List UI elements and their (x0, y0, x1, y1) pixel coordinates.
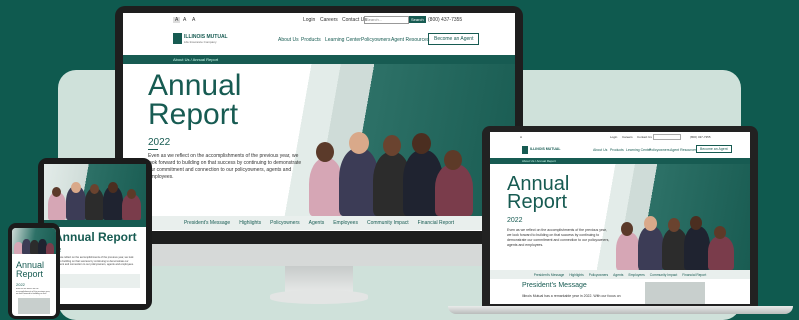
laptop-utility-bar: A Login Careers Contact Us (800) 437-735… (490, 132, 750, 142)
font-size-large[interactable]: A (192, 17, 195, 23)
laptop-careers-link[interactable]: Careers (622, 135, 633, 139)
careers-link[interactable]: Careers (320, 17, 338, 23)
login-link[interactable]: Login (303, 17, 315, 23)
tab-highlights[interactable]: Highlights (239, 220, 261, 226)
laptop-nav-about[interactable]: About Us (593, 148, 607, 152)
monitor-foot (270, 290, 368, 304)
phone-title-line2: Report (16, 269, 44, 279)
hero-title-line2: Report (148, 98, 239, 131)
laptop-nav-learning[interactable]: Learning Center (626, 148, 651, 152)
tablet-breadcrumb (44, 220, 146, 227)
laptop-tab-presidents-message[interactable]: President's Message (534, 273, 565, 277)
laptop-breadcrumb-text[interactable]: About Us / Annual Report (490, 159, 556, 163)
phone-president-photo (18, 298, 50, 314)
become-agent-button[interactable]: Become an Agent (428, 33, 480, 45)
phone-body-text: Even as we reflect on the accomplishment… (16, 288, 51, 296)
font-size-medium[interactable]: A (183, 17, 186, 23)
breadcrumb-text[interactable]: About Us / Annual Report (123, 57, 218, 62)
search-button[interactable]: Search (409, 16, 426, 23)
monitor-stand (285, 266, 353, 292)
tab-community-impact[interactable]: Community Impact (367, 220, 409, 226)
laptop-font-small[interactable]: A (520, 135, 522, 139)
laptop-logo-icon (522, 146, 528, 154)
nav-about-us[interactable]: About Us (278, 37, 299, 43)
laptop-section-text: Illinois Mutual has a remarkable year in… (522, 294, 621, 298)
year-underline (148, 149, 158, 150)
laptop-tab-community-impact[interactable]: Community Impact (650, 273, 677, 277)
tab-presidents-message[interactable]: President's Message (184, 220, 230, 226)
tablet-body-text: Even as we reflect on the accomplishment… (50, 256, 134, 266)
tab-agents[interactable]: Agents (309, 220, 325, 226)
nav-learning-center[interactable]: Learning Center (325, 37, 361, 43)
laptop-logo-name[interactable]: ILLINOIS MUTUAL (530, 147, 561, 151)
tablet-tabs (50, 274, 140, 288)
phone-group-photo (14, 238, 54, 254)
laptop-hero-title-line2: Report (507, 191, 568, 213)
laptop-president-photo (645, 282, 705, 304)
tablet-group-photo (48, 180, 142, 220)
desktop-screen: A A A Login Careers Contact Us Search...… (123, 13, 515, 231)
laptop-hero-year: 2022 (507, 217, 523, 224)
tab-policyowners[interactable]: Policyowners (270, 220, 299, 226)
hero-year: 2022 (148, 137, 171, 148)
laptop-nav-products[interactable]: Products (610, 148, 624, 152)
report-tabs: President's Message Highlights Policyown… (123, 216, 515, 230)
laptop-nav-policyowners[interactable]: Policyowners (649, 148, 670, 152)
phone-year: 2022 (16, 282, 25, 287)
laptop-group-photo (610, 212, 750, 270)
monitor-chin (115, 244, 523, 266)
laptop-base (448, 306, 793, 314)
tablet-hero-title: Annual Report (54, 230, 137, 244)
laptop-screen: A Login Careers Contact Us (800) 437-735… (490, 132, 750, 304)
hero-title-line1: Annual (148, 69, 242, 102)
font-size-small[interactable]: A (173, 17, 181, 23)
laptop-tab-financial-report[interactable]: Financial Report (682, 273, 706, 277)
main-nav: ILLINOIS MUTUAL Life Insurance Company A… (123, 27, 515, 56)
nav-agent-resources[interactable]: Agent Resources (391, 37, 429, 43)
illinois-mutual-logo-icon (173, 33, 182, 44)
tab-employees[interactable]: Employees (333, 220, 358, 226)
laptop-contact-link[interactable]: Contact Us (637, 135, 652, 139)
laptop-nav-agent-resources[interactable]: Agent Resources (670, 148, 697, 152)
hero-body-text: Even as we reflect on the accomplishment… (148, 153, 302, 180)
breadcrumb: About Us / Annual Report (123, 55, 515, 64)
logo-tagline: Life Insurance Company (184, 40, 217, 44)
laptop-tab-policyowners[interactable]: Policyowners (589, 273, 608, 277)
laptop-hero-body: Even as we reflect on the accomplishment… (507, 228, 610, 247)
laptop-search-input[interactable] (653, 134, 681, 140)
tab-financial-report[interactable]: Financial Report (418, 220, 454, 226)
phone-number: (800) 437-7355 (428, 17, 463, 23)
laptop-tab-employees[interactable]: Employees (628, 273, 644, 277)
utility-bar: A A A Login Careers Contact Us Search...… (123, 13, 515, 27)
laptop-report-tabs: President's Message Highlights Policyown… (490, 270, 750, 279)
laptop-tab-highlights[interactable]: Highlights (569, 273, 583, 277)
laptop-section-title: President's Message (522, 282, 587, 289)
laptop-phone: (800) 437-7355 (690, 135, 711, 139)
laptop-login-link[interactable]: Login (610, 135, 617, 139)
nav-policyowners[interactable]: Policyowners (361, 37, 390, 43)
nav-products[interactable]: Products (301, 37, 321, 43)
laptop-tab-agents[interactable]: Agents (613, 273, 623, 277)
search-input[interactable]: Search... (364, 16, 409, 24)
phone-screen: Annual Report 2022 Even as we reflect on… (12, 228, 56, 316)
laptop-become-agent-button[interactable]: Become an Agent (696, 145, 732, 153)
laptop-nav: ILLINOIS MUTUAL About Us Products Learni… (490, 142, 750, 158)
